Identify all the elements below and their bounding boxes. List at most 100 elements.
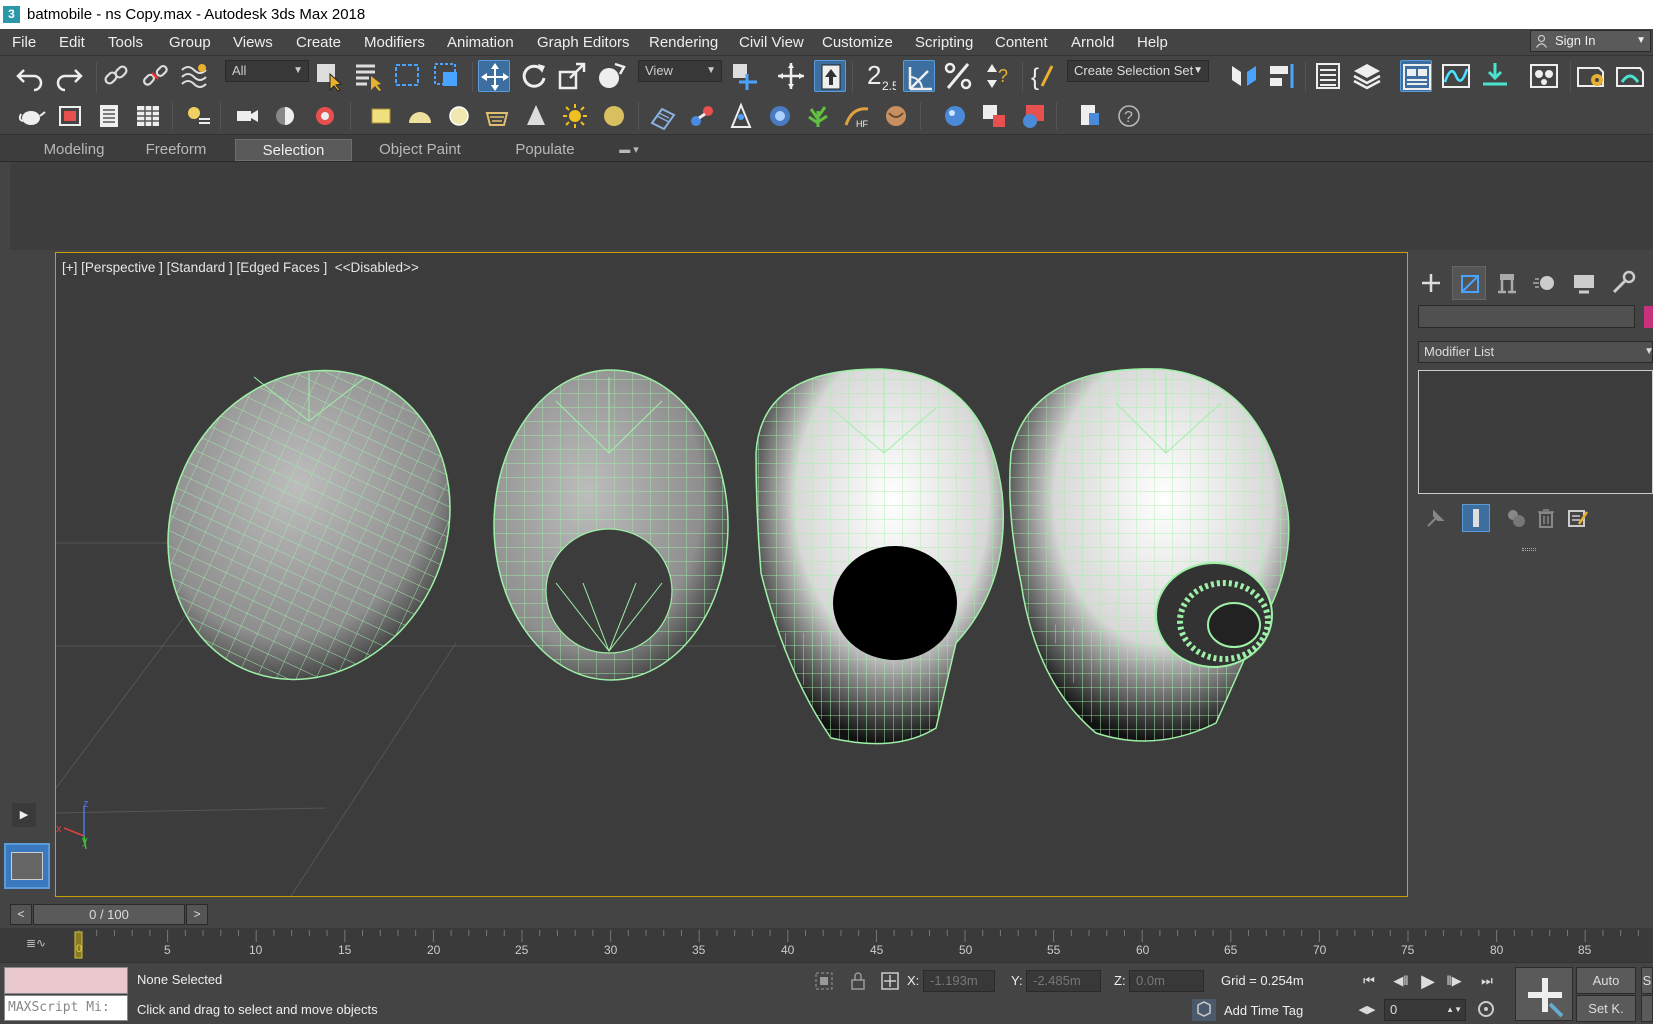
keyboard-shortcut-override-icon[interactable] (814, 60, 846, 92)
auto-key-button[interactable]: Auto (1576, 967, 1636, 994)
reference-coordinate-dropdown[interactable]: View ▼ (638, 60, 722, 82)
menu-file[interactable]: File (12, 29, 36, 56)
tab-selection[interactable]: Selection (235, 139, 352, 161)
mesh-object-4[interactable] (1009, 368, 1290, 742)
mesh-object-3[interactable] (755, 368, 1005, 745)
time-configuration-icon[interactable] (1476, 999, 1498, 1021)
asset-tracking-icon[interactable] (1075, 101, 1105, 131)
menu-scripting[interactable]: Scripting (915, 29, 973, 56)
bone-icon[interactable] (687, 101, 717, 131)
menu-group[interactable]: Group (169, 29, 211, 56)
expand-layout-tab-icon[interactable]: ▶ (12, 803, 36, 827)
x-coord-field[interactable]: -1.193m (923, 970, 995, 992)
key-mode-toggle-icon[interactable]: ◀▶ (1356, 999, 1378, 1021)
go-to-start-icon[interactable]: ⏮ (1358, 970, 1380, 992)
grid-table-icon[interactable] (133, 101, 163, 131)
isolate-selection-icon[interactable] (813, 970, 835, 992)
particle-grid-icon[interactable] (648, 101, 678, 131)
select-and-rotate-icon[interactable] (517, 60, 549, 92)
time-tag-icon[interactable] (1192, 999, 1216, 1021)
menu-civil-view[interactable]: Civil View (739, 29, 804, 56)
angle-snap-toggle-icon[interactable] (903, 60, 935, 92)
edit-named-selection-icon[interactable]: { (1028, 60, 1060, 92)
perspective-viewport[interactable]: [+] [Perspective ] [Standard ] [Edged Fa… (55, 252, 1408, 897)
current-frame-field[interactable]: 0 ▲▼ (1384, 999, 1466, 1021)
menu-tools[interactable]: Tools (108, 29, 143, 56)
menu-edit[interactable]: Edit (59, 29, 85, 56)
undo-icon[interactable] (14, 60, 46, 92)
mesh-object-1[interactable] (118, 324, 500, 726)
z-coord-field[interactable]: 0.0m (1129, 970, 1204, 992)
material-sphere-icon[interactable] (940, 101, 970, 131)
y-coord-field[interactable]: -2.485m (1026, 970, 1101, 992)
layer-explorer-icon[interactable] (1351, 60, 1383, 92)
menu-arnold[interactable]: Arnold (1071, 29, 1114, 56)
select-and-scale-icon[interactable] (556, 60, 588, 92)
set-key-mode-button[interactable]: Set K. (1576, 995, 1636, 1022)
menu-help[interactable]: Help (1137, 29, 1168, 56)
tab-object-paint[interactable]: Object Paint (366, 139, 474, 161)
box-primitive-icon[interactable] (366, 101, 396, 131)
cloth-icon[interactable] (881, 101, 911, 131)
maxscript-listener-top[interactable] (4, 967, 128, 994)
key-filters-button[interactable]: F (1641, 995, 1653, 1022)
pivot-center-icon[interactable] (729, 60, 761, 92)
selection-lock-icon[interactable] (847, 970, 869, 992)
help-icon[interactable]: ? (1114, 101, 1144, 131)
tab-freeform[interactable]: Freeform (132, 139, 220, 161)
hair-icon[interactable] (310, 101, 340, 131)
previous-frame-button[interactable]: < (10, 904, 32, 925)
select-and-place-icon[interactable] (595, 60, 627, 92)
add-time-tag-button[interactable]: Add Time Tag (1224, 1003, 1303, 1018)
create-icon[interactable] (1414, 266, 1448, 300)
sign-in-button[interactable]: Sign In ▼ (1530, 30, 1651, 52)
play-icon[interactable]: ▶ (1417, 970, 1439, 992)
window-crossing-icon[interactable] (431, 60, 463, 92)
select-object-icon[interactable] (314, 60, 346, 92)
previous-key-icon[interactable]: ◀‖ (1390, 970, 1412, 992)
named-selection-set-dropdown[interactable]: Create Selection Set ▼ (1067, 60, 1209, 82)
camera-sequencer-icon[interactable] (232, 101, 262, 131)
geosphere-primitive-icon[interactable] (482, 101, 512, 131)
cone-primitive-icon[interactable] (521, 101, 551, 131)
bind-space-warp-icon[interactable] (178, 60, 210, 92)
select-and-move-icon[interactable] (478, 60, 510, 92)
motion-icon[interactable] (1529, 266, 1563, 300)
select-and-manipulate-icon[interactable] (775, 60, 807, 92)
menu-customize[interactable]: Customize (822, 29, 893, 56)
select-by-name-icon[interactable] (353, 60, 385, 92)
hemisphere-primitive-icon[interactable] (405, 101, 435, 131)
object-name-field[interactable] (1418, 305, 1635, 328)
hair-and-fur-icon[interactable]: HF (842, 101, 872, 131)
rendered-frame-icon[interactable] (55, 101, 85, 131)
modifier-list-dropdown[interactable]: Modifier List ▼ (1418, 341, 1653, 363)
panel-splitter[interactable] (1522, 548, 1536, 551)
next-key-icon[interactable]: ‖▶ (1443, 970, 1465, 992)
material-map-browser-icon[interactable] (979, 101, 1009, 131)
link-icon[interactable] (100, 60, 132, 92)
ribbon-toggle-icon[interactable] (1400, 60, 1432, 92)
spinner-snap-icon[interactable]: ? (981, 60, 1013, 92)
render-frame-window-icon[interactable] (1614, 60, 1646, 92)
light-lister-icon[interactable] (183, 101, 213, 131)
menu-graph-editors[interactable]: Graph Editors (537, 29, 630, 56)
biped-icon[interactable] (726, 101, 756, 131)
snaps-toggle-icon[interactable]: 2 2.5 (864, 60, 896, 92)
scene-explorer-icon[interactable] (1312, 60, 1344, 92)
mesh-object-2[interactable] (493, 369, 729, 681)
schematic-view-icon[interactable] (1479, 60, 1511, 92)
align-icon[interactable] (1266, 60, 1298, 92)
ribbon-options-icon[interactable]: ▬ ▾ (612, 139, 646, 161)
set-key-button[interactable] (1515, 967, 1573, 1021)
tab-populate[interactable]: Populate (500, 139, 590, 161)
configure-modifier-sets-icon[interactable] (1565, 506, 1589, 530)
redo-icon[interactable] (53, 60, 85, 92)
remove-modifier-icon[interactable] (1534, 506, 1558, 530)
sheet-icon[interactable] (94, 101, 124, 131)
utilities-icon[interactable] (1606, 266, 1640, 300)
menu-views[interactable]: Views (233, 29, 273, 56)
half-sphere-icon[interactable] (270, 101, 300, 131)
unlink-icon[interactable] (139, 60, 171, 92)
tab-modeling[interactable]: Modeling (26, 139, 122, 161)
selected-key-filter-button[interactable]: S (1641, 967, 1653, 994)
